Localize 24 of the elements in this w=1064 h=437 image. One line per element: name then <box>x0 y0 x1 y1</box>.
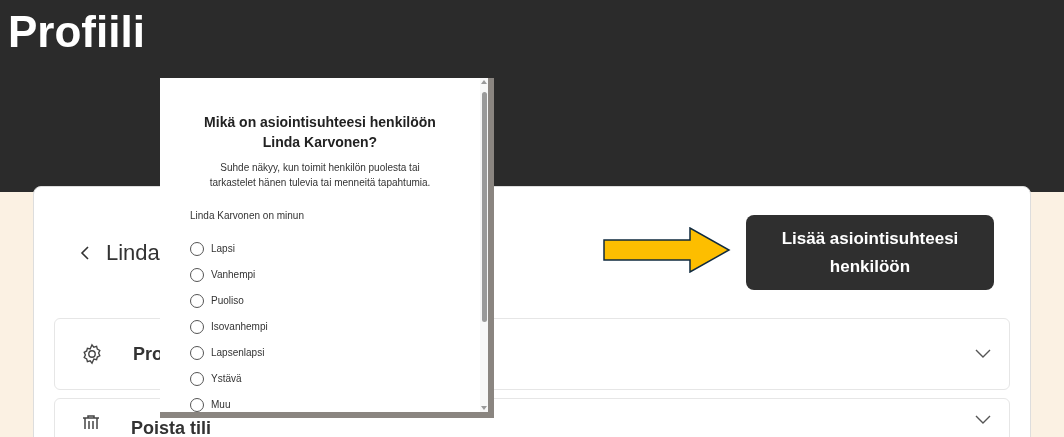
radio-option[interactable]: Muu <box>190 396 450 413</box>
chevron-down-icon <box>975 415 991 425</box>
chevron-down-icon <box>975 349 991 359</box>
radio-option[interactable]: Lapsenlapsi <box>190 344 450 361</box>
chevron-left-icon <box>80 244 90 261</box>
trash-icon <box>81 415 101 429</box>
scrollbar-thumb[interactable] <box>481 92 487 322</box>
group-label: Linda Karvonen on minun <box>190 210 304 221</box>
radio-option[interactable]: Vanhempi <box>190 266 450 283</box>
scrollbar[interactable] <box>480 78 488 412</box>
dialog-description: Suhde näkyy, kun toimit henkilön puolesta tai tarkastelet hänen tulevia tai menneitä tapahtumia. <box>208 161 432 190</box>
radio-option[interactable]: Isovanhempi <box>190 318 450 335</box>
radio-option[interactable]: Ystävä <box>190 370 450 387</box>
profile-name: Linda <box>106 239 160 267</box>
dialog-title: Mikä on asiointisuhteesi henkilöön Linda Karvonen? <box>203 113 437 152</box>
gear-icon <box>81 343 103 365</box>
accordion-label: Poista tili <box>131 417 211 437</box>
back-button[interactable] <box>80 244 90 261</box>
add-relationship-button[interactable]: Lisää asiointisuhteesi henkilöön <box>746 215 994 290</box>
scroll-down-icon[interactable] <box>481 406 487 410</box>
radio-option[interactable]: Lapsi <box>190 240 450 257</box>
radio-option[interactable]: Puoliso <box>190 292 450 309</box>
page-title: Profiili <box>8 6 146 58</box>
scroll-up-icon[interactable] <box>481 80 487 84</box>
